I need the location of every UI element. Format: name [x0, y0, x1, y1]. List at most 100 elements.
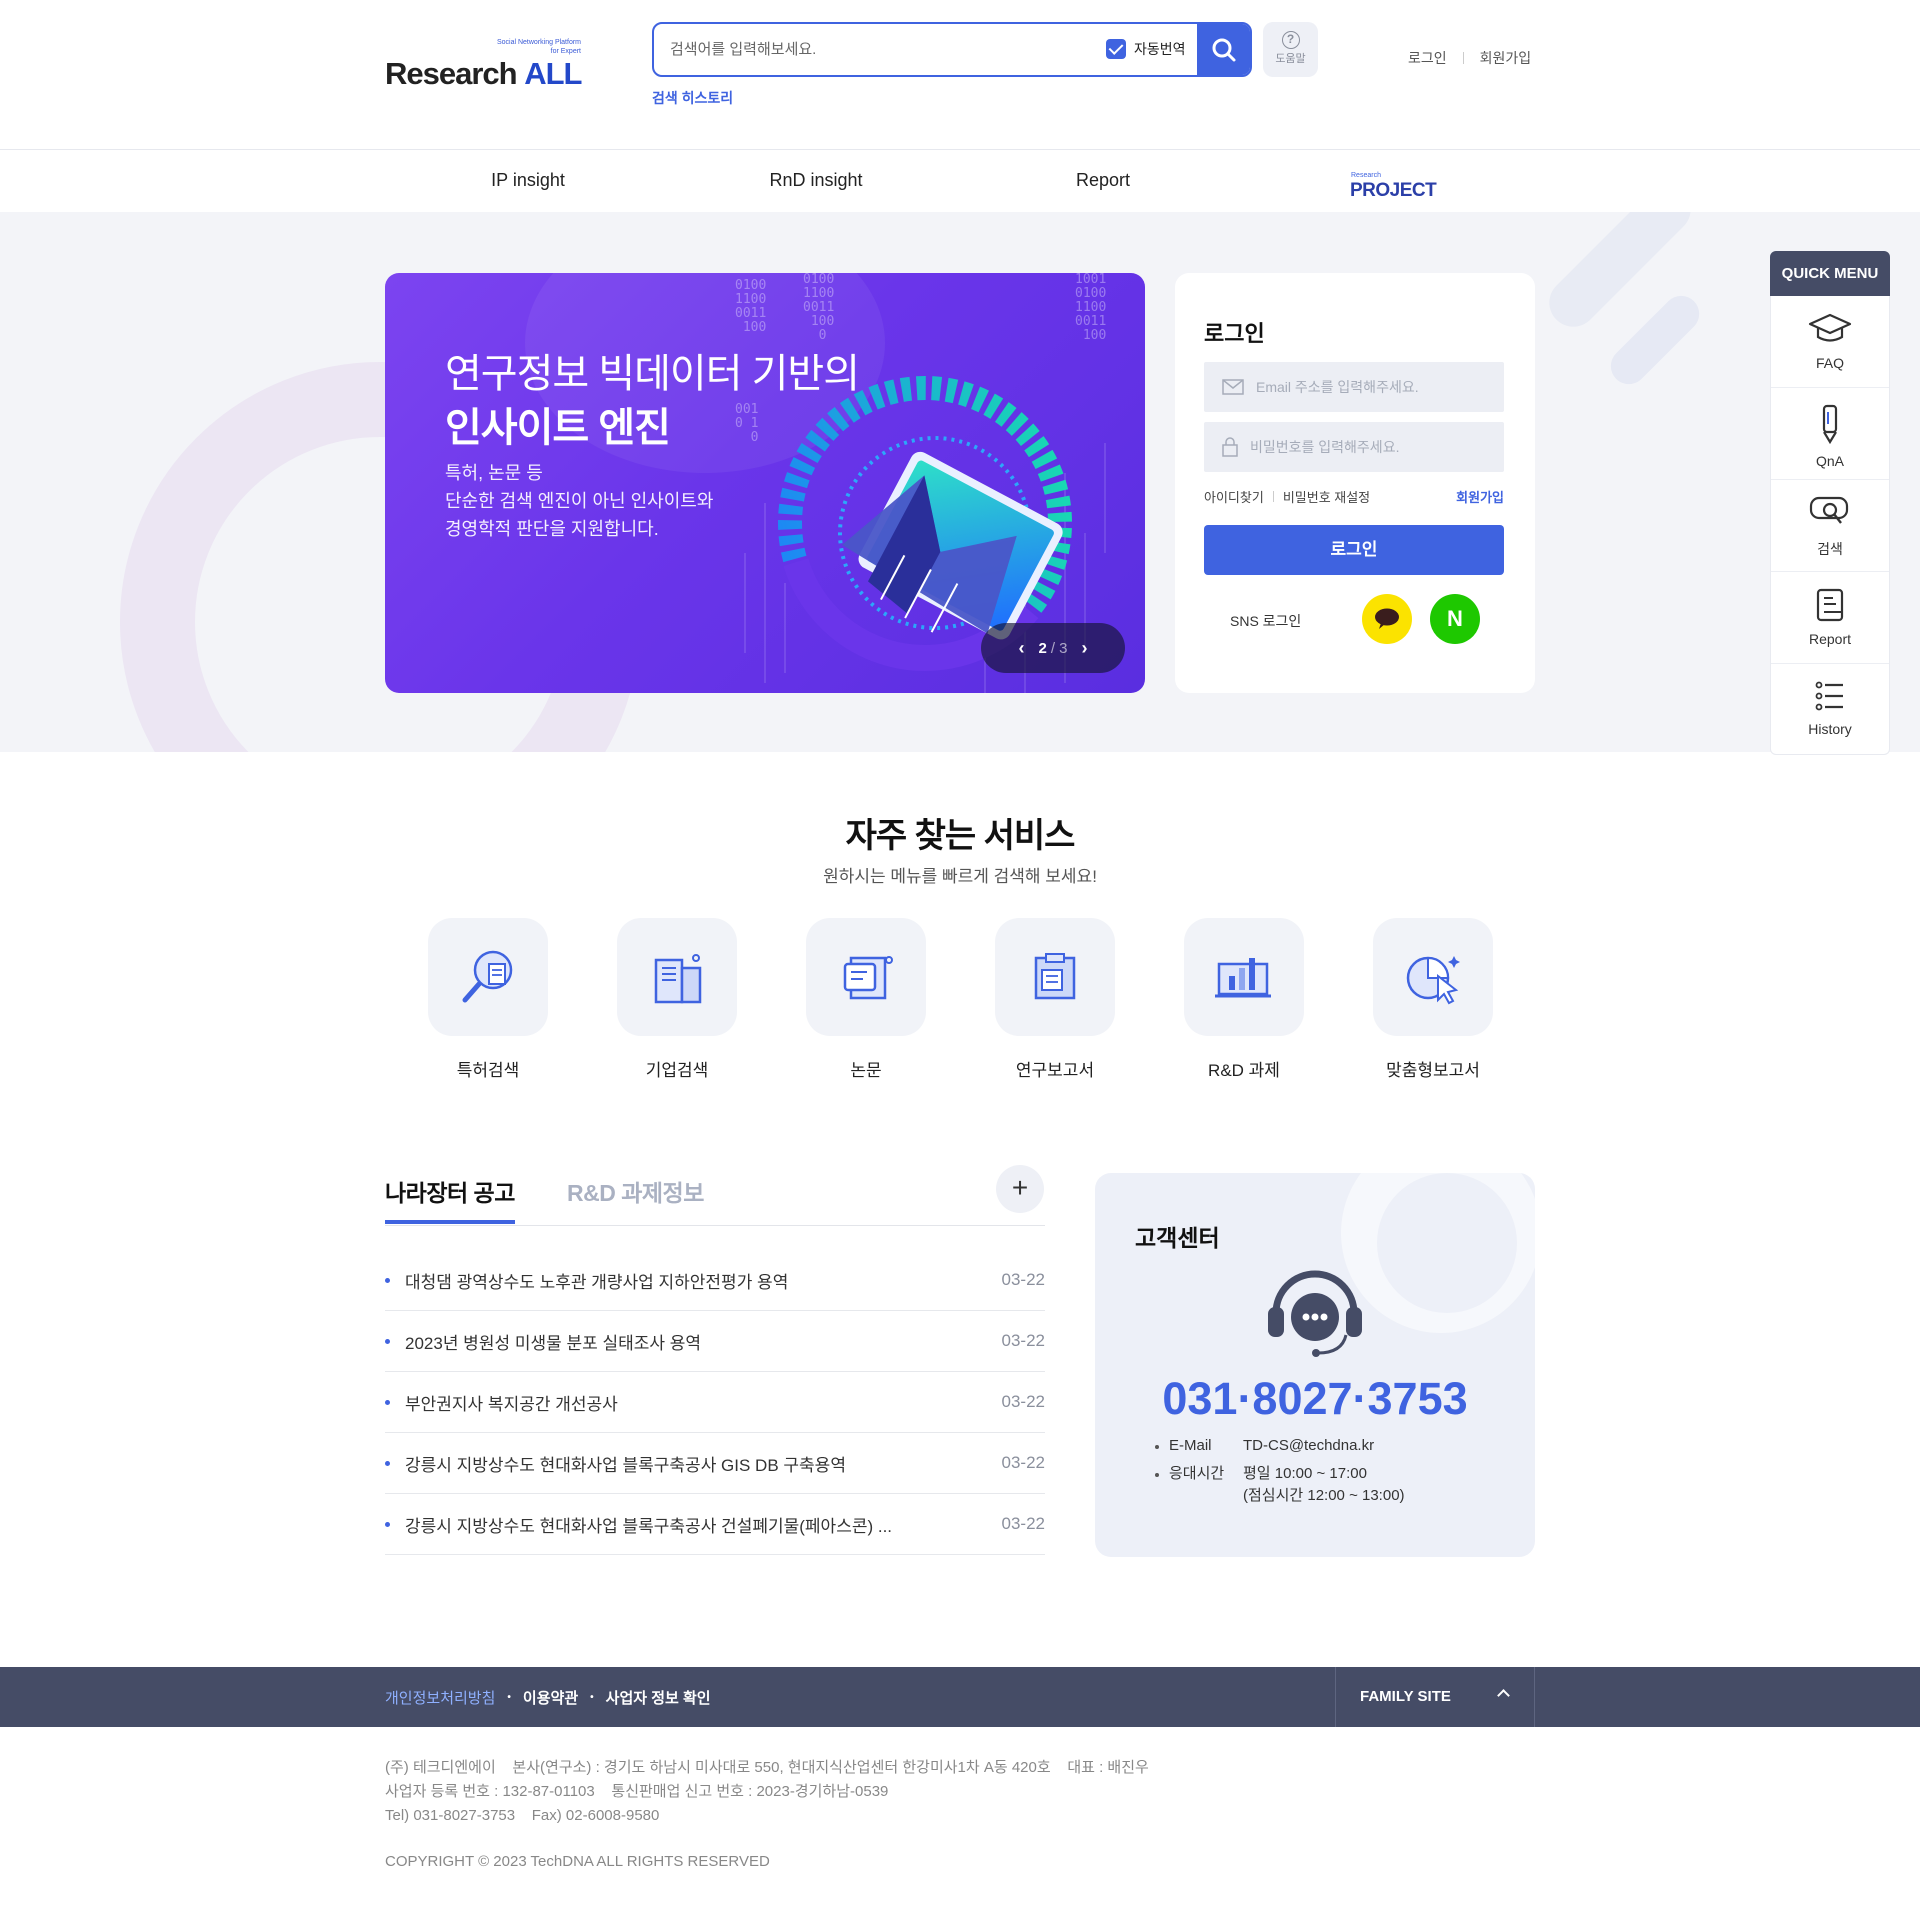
project-logo-small: Research — [1351, 172, 1381, 179]
tab-rnd-info[interactable]: R&D 과제정보 — [567, 1174, 704, 1208]
headset-icon — [1268, 1270, 1362, 1357]
service-label: R&D 과제 — [1208, 1061, 1280, 1080]
more-plus-button[interactable]: + — [996, 1165, 1044, 1213]
lock-icon — [1222, 437, 1238, 457]
service-company-search[interactable]: 기업검색 — [617, 918, 737, 1081]
page-total: / 3 — [1050, 639, 1068, 657]
list-item[interactable]: 강릉시 지방상수도 현대화사업 블록구축공사 건설폐기물(페아스콘) ... 0… — [385, 1494, 1045, 1555]
research-report-icon — [1034, 953, 1076, 1000]
service-patent-search[interactable]: 특허검색 — [428, 918, 548, 1081]
quick-history[interactable]: History — [1771, 664, 1889, 754]
help-label: 도움말 — [1275, 53, 1306, 65]
search-input[interactable] — [654, 24, 1084, 75]
banner-desc-line1: 특허, 논문 등 — [445, 463, 543, 483]
customer-phone: 031·8027·3753 — [1162, 1373, 1468, 1424]
notice-title[interactable]: 대청댐 광역상수도 노후관 개량사업 지하안전평가 용역 — [405, 1268, 1002, 1293]
quick-report-label: Report — [1808, 631, 1852, 647]
decorative-circle — [1377, 1173, 1517, 1313]
email-label: E-Mail — [1155, 1435, 1243, 1457]
quick-qna[interactable]: QnA — [1771, 388, 1889, 480]
customer-lunch-hours: (점심시간 12:00 ~ 13:00) — [1243, 1487, 1405, 1504]
services-subtitle: 원하시는 메뉴를 빠르게 검색해 보세요! — [823, 867, 1097, 886]
quick-report[interactable]: Report — [1771, 572, 1889, 664]
search-button[interactable] — [1197, 24, 1250, 75]
login-link[interactable]: 로그인 — [1408, 48, 1447, 68]
quick-search[interactable]: 검색 — [1771, 480, 1889, 572]
auto-translate-toggle[interactable]: 자동번역 — [1106, 37, 1186, 61]
family-site-label: FAMILY SITE — [1360, 1688, 1451, 1705]
help-button[interactable]: ? 도움말 — [1263, 22, 1318, 77]
find-id-link[interactable]: 아이디찾기 — [1204, 487, 1264, 506]
banner-desc-line3: 경영학적 판단을 지원합니다. — [445, 519, 659, 539]
list-item[interactable]: 2023년 병원성 미생물 분포 실태조사 용역 03-22 — [385, 1311, 1045, 1372]
hero-banner[interactable]: 0100 1100 0011 100 0100 1100 0011 100 0 … — [385, 273, 1145, 693]
footer-links: 개인정보처리방침 • 이용약관 • 사업자 정보 확인 — [385, 1687, 711, 1708]
notice-title[interactable]: 강릉시 지방상수도 현대화사업 블록구축공사 GIS DB 구축용역 — [405, 1451, 1002, 1476]
email-field[interactable]: Email 주소를 입력해주세요. — [1204, 362, 1504, 412]
list-item[interactable]: 부안권지사 복지공간 개선공사 03-22 — [385, 1372, 1045, 1433]
footer-bar: 개인정보처리방침 • 이용약관 • 사업자 정보 확인 FAMILY SITE — [0, 1667, 1920, 1727]
family-site-dropdown[interactable]: FAMILY SITE — [1335, 1667, 1535, 1727]
notice-title[interactable]: 2023년 병원성 미생물 분포 실태조사 용역 — [405, 1329, 1002, 1354]
search-history-link[interactable]: 검색 히스토리 — [652, 88, 733, 108]
chevron-left-icon[interactable]: ‹ — [1018, 638, 1024, 659]
notice-list: 대청댐 광역상수도 노후관 개량사업 지하안전평가 용역 03-22 2023년… — [385, 1250, 1045, 1555]
kakao-login-button[interactable] — [1362, 594, 1412, 644]
bullet-icon — [385, 1521, 390, 1527]
paper-icon — [843, 956, 893, 1000]
service-research-report[interactable]: 연구보고서 — [995, 918, 1115, 1081]
notice-title[interactable]: 강릉시 지방상수도 현대화사업 블록구축공사 건설폐기물(페아스콘) ... — [405, 1512, 1002, 1537]
quick-menu: QUICK MENU FAQ QnA 검색 Report History — [1770, 251, 1890, 755]
tab-narajangter[interactable]: 나라장터 공고 — [385, 1174, 515, 1224]
bullet-icon — [385, 1460, 390, 1466]
password-field[interactable]: 비밀번호를 입력해주세요. — [1204, 422, 1504, 472]
service-icon-box — [806, 918, 926, 1036]
list-item[interactable]: 강릉시 지방상수도 현대화사업 블록구축공사 GIS DB 구축용역 03-22 — [385, 1433, 1045, 1494]
service-custom-report[interactable]: 맞춤형보고서 — [1373, 918, 1493, 1081]
divider — [1272, 491, 1274, 502]
customer-center-card: 고객센터 031·8027·3753 E-Mail TD-CS@techdna.k… — [1095, 1173, 1535, 1557]
reset-password-link[interactable]: 비밀번호 재설정 — [1283, 487, 1370, 506]
banner-pager: ‹ 2 / 3 › — [981, 623, 1125, 673]
nav-rnd-insight[interactable]: RnD insight — [769, 170, 862, 191]
banner-description: 특허, 논문 등 단순한 검색 엔진이 아닌 인사이트와 경영학적 판단을 지원… — [445, 459, 713, 543]
researchall-logo[interactable]: Social Networking Platform for Expert Re… — [385, 38, 585, 92]
binary-decoration: 1001 0100 1100 0011 100 — [1075, 273, 1107, 343]
nav-report[interactable]: Report — [1076, 170, 1130, 191]
nav-research-project-logo[interactable]: Research PROJECT — [1350, 172, 1440, 202]
terms-link[interactable]: 이용약관 — [523, 1687, 578, 1708]
service-icon-box — [1373, 918, 1493, 1036]
customer-contact-info: E-Mail TD-CS@techdna.kr 응대시간 평일 10:00 ~ 17… — [1155, 1435, 1405, 1507]
quick-faq[interactable]: FAQ — [1771, 296, 1889, 388]
service-rnd-task[interactable]: R&D 과제 — [1184, 918, 1304, 1081]
page-current: 2 — [1038, 639, 1047, 657]
services-title: 자주 찾는 서비스 — [845, 817, 1076, 855]
logo-wordmark: Research ALL — [385, 56, 582, 92]
checkbox-checked-icon[interactable] — [1106, 39, 1126, 59]
login-helper-links: 아이디찾기 비밀번호 재설정 회원가입 — [1204, 487, 1504, 506]
banner-title-line2: 인사이트 엔진 — [445, 406, 671, 450]
privacy-policy-link[interactable]: 개인정보처리방침 — [385, 1687, 495, 1708]
bullet-icon — [385, 1338, 390, 1344]
quick-menu-title: QUICK MENU — [1770, 251, 1890, 296]
chevron-right-icon[interactable]: › — [1082, 638, 1088, 659]
service-paper[interactable]: 논문 — [806, 918, 926, 1081]
customer-center-title: 고객센터 — [1135, 1225, 1220, 1251]
signup-link[interactable]: 회원가입 — [1480, 48, 1532, 68]
quick-menu-list: FAQ QnA 검색 Report History — [1770, 296, 1890, 755]
service-label: 특허검색 — [456, 1061, 520, 1080]
naver-login-button[interactable]: N — [1430, 594, 1480, 644]
chevron-up-icon — [1497, 1689, 1510, 1702]
footer-bullet: • — [507, 1692, 511, 1703]
graduation-cap-icon — [1808, 313, 1852, 342]
notice-title[interactable]: 부안권지사 복지공간 개선공사 — [405, 1390, 1002, 1415]
customer-email[interactable]: TD-CS@techdna.kr — [1243, 1435, 1374, 1457]
quick-history-label: History — [1808, 721, 1852, 737]
list-item[interactable]: 대청댐 광역상수도 노후관 개량사업 지하안전평가 용역 03-22 — [385, 1250, 1045, 1311]
business-info-link[interactable]: 사업자 정보 확인 — [606, 1687, 711, 1708]
project-logo-text: PROJECT — [1350, 180, 1437, 201]
site-header: Social Networking Platform for Expert Re… — [0, 0, 1920, 150]
login-button[interactable]: 로그인 — [1204, 525, 1504, 575]
nav-ip-insight[interactable]: IP insight — [491, 170, 565, 191]
join-link[interactable]: 회원가입 — [1456, 487, 1504, 506]
